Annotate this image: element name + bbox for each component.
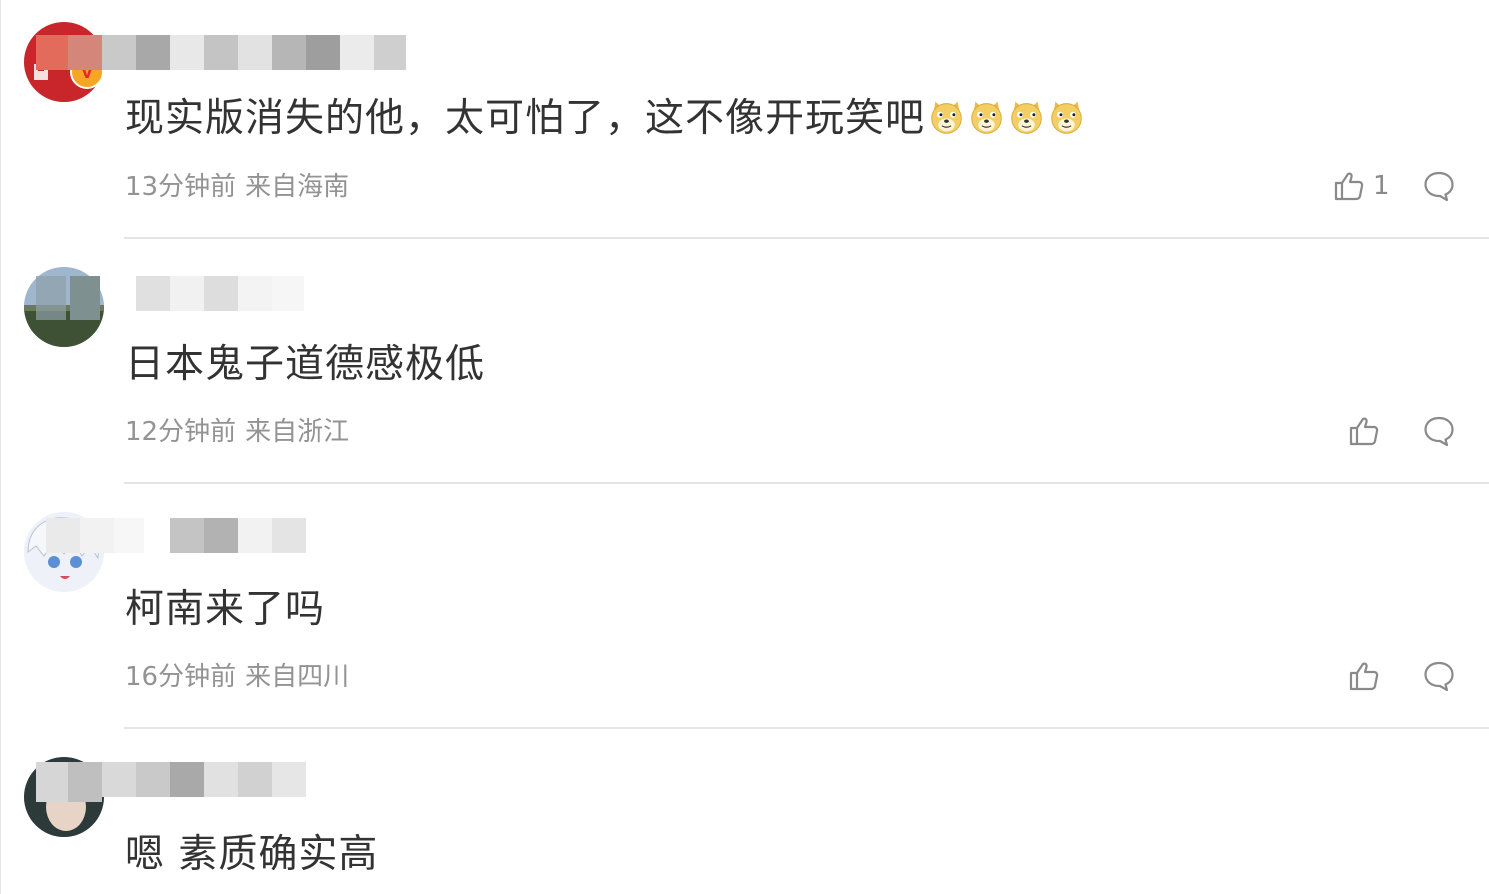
comment-item: 嗯 素质确实高 [0, 0, 1489, 877]
comment-text: 柯南来了吗 [125, 587, 325, 633]
thumbs-up-icon [1349, 417, 1379, 446]
divider [124, 482, 1489, 484]
comment-text-content: 嗯 素质确实高 [125, 832, 379, 877]
thumbs-up-icon [1349, 662, 1379, 691]
speech-bubble-icon[interactable] [1423, 660, 1455, 692]
comment-time: 16分钟前 [125, 662, 237, 692]
speech-bubble-icon[interactable] [1423, 415, 1455, 447]
username-blurred[interactable] [36, 762, 416, 802]
divider [124, 727, 1489, 729]
like-button[interactable] [1348, 415, 1380, 447]
comment-meta: 16分钟前 来自四川 [125, 661, 349, 693]
comment-text-content: 柯南来了吗 [125, 587, 326, 632]
comment-text: 日本鬼子道德感极低 [125, 342, 485, 388]
comment-text: 嗯 素质确实高 [125, 832, 378, 878]
comment-location: 来自浙江 [245, 417, 350, 447]
comment-location: 来自四川 [245, 662, 350, 692]
comment-meta: 12分钟前 来自浙江 [125, 416, 349, 448]
comment-time: 12分钟前 [125, 417, 237, 447]
username-blurred[interactable] [36, 518, 416, 558]
username-blurred[interactable] [36, 276, 416, 320]
comment-text-content: 日本鬼子道德感极低 [125, 342, 486, 387]
like-button[interactable] [1348, 660, 1380, 692]
